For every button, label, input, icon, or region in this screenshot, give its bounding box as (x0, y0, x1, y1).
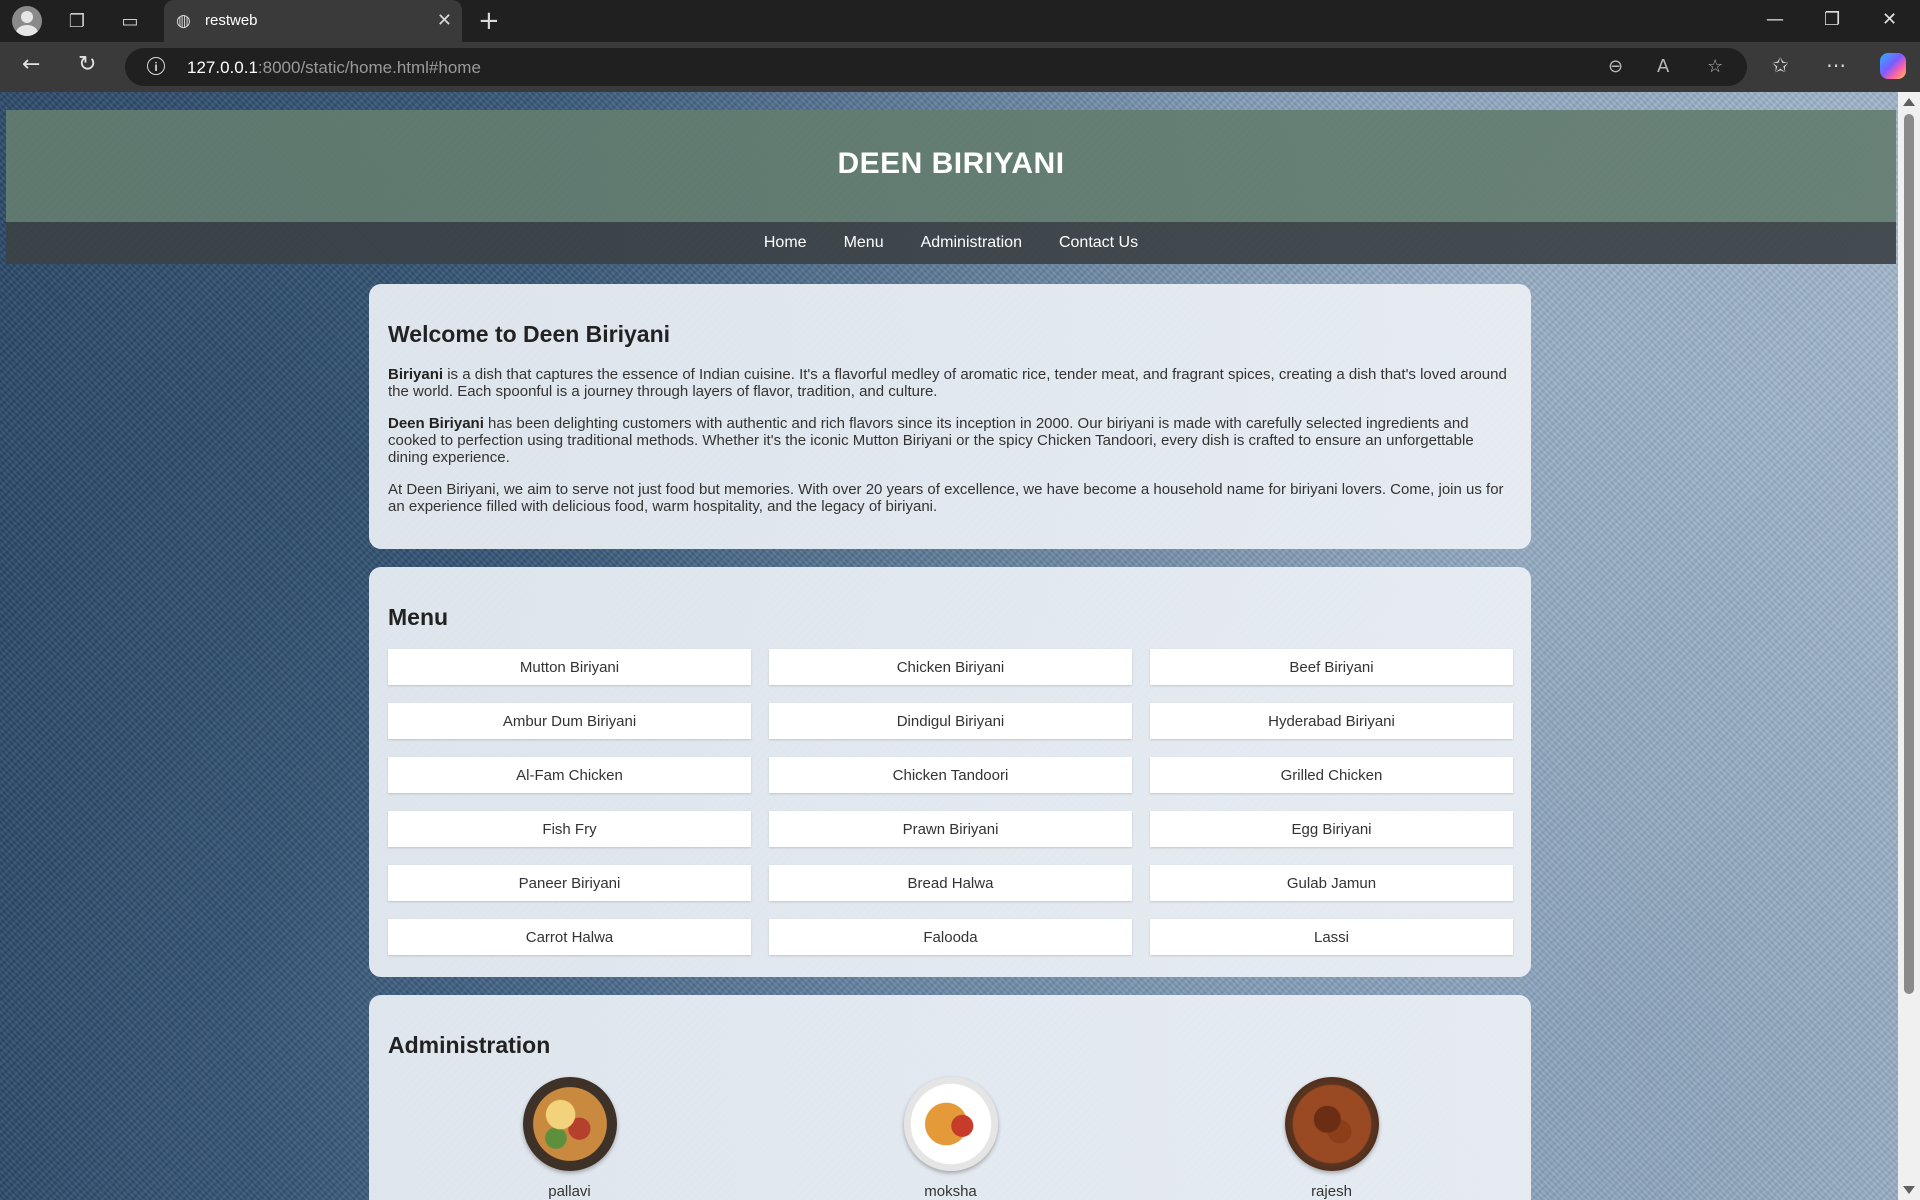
url-host: 127.0.0.1 (187, 58, 258, 77)
menu-item[interactable]: Paneer Biriyani (388, 865, 751, 901)
menu-item[interactable]: Dindigul Biriyani (769, 703, 1132, 739)
restore-icon[interactable]: ❐ (1824, 9, 1840, 30)
url-text[interactable]: 127.0.0.1:8000/static/home.html#home (187, 58, 481, 78)
page-scrollbar[interactable] (1898, 92, 1920, 1200)
welcome-p1-text: is a dish that captures the essence of I… (388, 366, 1507, 400)
menu-item[interactable]: Chicken Biriyani (769, 649, 1132, 685)
back-icon[interactable]: ← (22, 52, 40, 77)
favorite-star-icon[interactable]: ☆ (1707, 56, 1723, 77)
menu-item[interactable]: Fish Fry (388, 811, 751, 847)
admin-name: rajesh (1311, 1183, 1352, 1200)
admin-name: moksha (924, 1183, 977, 1200)
scrollbar-thumb[interactable] (1904, 114, 1914, 994)
administration-heading: Administration (388, 1032, 551, 1058)
menu-item[interactable]: Chicken Tandoori (769, 757, 1132, 793)
menu-grid: Mutton Biriyani Chicken Biriyani Beef Bi… (388, 649, 1513, 955)
admin-grid: pallavi moksha rajesh (388, 1077, 1513, 1200)
admin-photo (522, 1077, 617, 1171)
url-path: :8000/static/home.html#home (257, 58, 481, 77)
menu-item[interactable]: Mutton Biriyani (388, 649, 751, 685)
close-tab-icon[interactable]: ✕ (437, 10, 452, 31)
administration-section: Administration pallavi moksha rajesh (369, 995, 1531, 1200)
menu-item[interactable]: Grilled Chicken (1150, 757, 1513, 793)
menu-item[interactable]: Gulab Jamun (1150, 865, 1513, 901)
page-viewport: DEEN BIRIYANI Home Menu Administration C… (0, 92, 1920, 1200)
menu-item[interactable]: Egg Biriyani (1150, 811, 1513, 847)
minimize-icon[interactable]: — (1766, 9, 1784, 30)
zoom-out-icon[interactable]: ⊖ (1608, 56, 1623, 77)
admin-card: rajesh (1150, 1077, 1513, 1200)
admin-card: moksha (769, 1077, 1132, 1200)
menu-heading: Menu (388, 604, 449, 630)
biriyani-bold: Biriyani (388, 366, 444, 383)
menu-item[interactable]: Beef Biriyani (1150, 649, 1513, 685)
menu-item[interactable]: Bread Halwa (769, 865, 1132, 901)
nav-administration-link[interactable]: Administration (921, 234, 1022, 252)
menu-item[interactable]: Prawn Biriyani (769, 811, 1132, 847)
menu-item[interactable]: Hyderabad Biriyani (1150, 703, 1513, 739)
site-nav: Home Menu Administration Contact Us (6, 222, 1896, 264)
welcome-heading: Welcome to Deen Biriyani (388, 321, 671, 347)
site-header: DEEN BIRIYANI (6, 110, 1896, 222)
profile-avatar-icon[interactable] (12, 6, 42, 36)
globe-icon: ◍ (176, 11, 191, 31)
deen-biriyani-bold: Deen Biriyani (388, 415, 484, 432)
menu-item[interactable]: Al-Fam Chicken (388, 757, 751, 793)
admin-photo (903, 1077, 998, 1171)
nav-home-link[interactable]: Home (764, 234, 807, 252)
welcome-paragraph-2: Deen Biriyani has been delighting custom… (388, 415, 1513, 466)
admin-name: pallavi (548, 1183, 591, 1200)
close-window-icon[interactable]: ✕ (1882, 9, 1897, 30)
read-aloud-icon[interactable]: A (1657, 56, 1669, 77)
more-options-icon[interactable]: ⋯ (1826, 53, 1846, 77)
menu-item[interactable]: Carrot Halwa (388, 919, 751, 955)
menu-section: Menu Mutton Biriyani Chicken Biriyani Be… (369, 567, 1531, 977)
vertical-tabs-icon[interactable]: ▭ (117, 9, 143, 33)
favorites-icon[interactable]: ✩ (1772, 53, 1789, 77)
welcome-paragraph-3: At Deen Biriyani, we aim to serve not ju… (388, 481, 1504, 515)
browser-tab[interactable]: ◍ restweb ✕ (164, 0, 462, 42)
tab-title: restweb (205, 12, 258, 29)
refresh-icon[interactable]: ↻ (78, 52, 96, 77)
menu-item[interactable]: Ambur Dum Biriyani (388, 703, 751, 739)
welcome-p2-text: has been delighting customers with authe… (388, 415, 1474, 466)
welcome-paragraph-1: Biriyani is a dish that captures the ess… (388, 366, 1513, 400)
menu-item[interactable]: Falooda (769, 919, 1132, 955)
scroll-down-arrow-icon[interactable] (1903, 1186, 1915, 1194)
site-info-icon[interactable]: i (147, 57, 165, 75)
browser-tab-bar: ❐ ▭ ◍ restweb ✕ + — ❐ ✕ (0, 0, 1920, 42)
admin-photo (1284, 1077, 1379, 1171)
nav-contact-link[interactable]: Contact Us (1059, 234, 1138, 252)
admin-card: pallavi (388, 1077, 751, 1200)
nav-menu-link[interactable]: Menu (844, 234, 884, 252)
scroll-up-arrow-icon[interactable] (1903, 98, 1915, 106)
copilot-icon[interactable] (1880, 53, 1906, 79)
site-title: DEEN BIRIYANI (837, 147, 1065, 180)
welcome-section: Welcome to Deen Biriyani Biriyani is a d… (369, 284, 1531, 549)
menu-item[interactable]: Lassi (1150, 919, 1513, 955)
workspaces-icon[interactable]: ❐ (64, 9, 90, 33)
new-tab-icon[interactable]: + (478, 6, 500, 36)
address-bar[interactable]: i 127.0.0.1:8000/static/home.html#home ⊖… (125, 48, 1747, 86)
browser-toolbar: ← ↻ i 127.0.0.1:8000/static/home.html#ho… (0, 42, 1920, 92)
